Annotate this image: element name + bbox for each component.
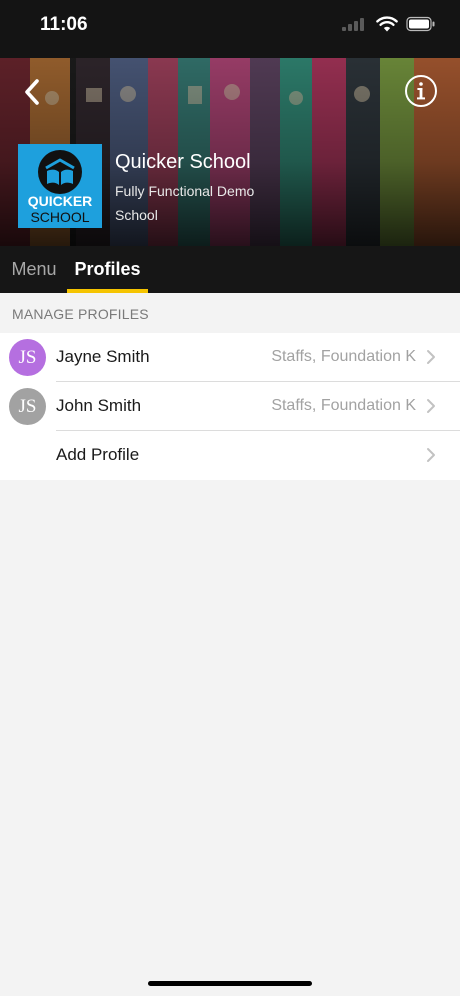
back-button[interactable] — [14, 74, 50, 110]
status-icons — [342, 16, 436, 32]
add-profile-label: Add Profile — [56, 445, 140, 464]
status-time: 11:06 — [40, 14, 88, 35]
info-icon — [405, 75, 437, 107]
avatar: JS — [9, 388, 46, 425]
profile-detail: Staffs, Foundation K — [271, 348, 416, 365]
logo-image: QUICKER SCHOOL — [18, 144, 102, 228]
svg-text:SCHOOL: SCHOOL — [30, 209, 89, 225]
status-bar: 11:06 — [0, 0, 460, 58]
school-header: QUICKER SCHOOL Quicker School Fully Func… — [0, 58, 460, 246]
tab-bar: Menu Profiles — [0, 246, 460, 293]
profile-row-john-smith[interactable]: JS John Smith Staffs, Foundation K — [0, 382, 460, 431]
profile-list: JS Jayne Smith Staffs, Foundation K JS J… — [0, 333, 460, 480]
section-title: MANAGE PROFILES — [12, 306, 149, 322]
add-profile-row[interactable]: Add Profile — [0, 431, 460, 480]
chevron-right-icon — [427, 350, 435, 364]
battery-icon — [406, 16, 435, 32]
profile-row-jayne-smith[interactable]: JS Jayne Smith Staffs, Foundation K — [0, 333, 460, 382]
tab-profiles[interactable]: Profiles — [67, 246, 148, 293]
school-logo: QUICKER SCHOOL — [18, 144, 102, 228]
profile-detail: Staffs, Foundation K — [271, 397, 416, 414]
home-indicator — [148, 981, 312, 986]
tab-menu[interactable]: Menu — [0, 246, 68, 293]
profile-name: John Smith — [56, 396, 142, 415]
active-tab-indicator — [67, 289, 148, 293]
chevron-right-icon — [427, 448, 435, 462]
signal-icon — [342, 18, 364, 31]
profile-name: Jayne Smith — [56, 347, 150, 366]
info-button[interactable] — [404, 74, 438, 108]
chevron-left-icon — [25, 79, 39, 105]
school-subtitle: Fully Functional Demo School — [115, 183, 255, 223]
avatar: JS — [9, 339, 46, 376]
wifi-icon — [376, 16, 398, 32]
school-name: Quicker School — [115, 151, 251, 173]
chevron-right-icon — [427, 399, 435, 413]
svg-text:QUICKER: QUICKER — [28, 193, 93, 209]
